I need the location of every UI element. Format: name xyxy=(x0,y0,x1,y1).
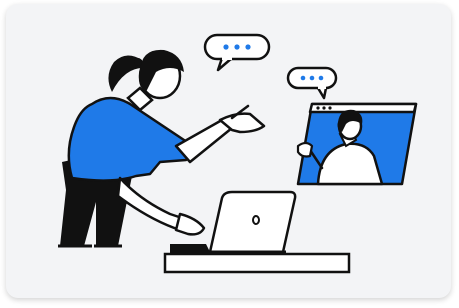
video-call-window-icon xyxy=(296,102,418,186)
desk xyxy=(163,252,351,274)
speech-bubble-icon xyxy=(286,66,338,100)
video-call-illustration xyxy=(58,33,418,274)
speech-bubble-icon xyxy=(203,33,271,72)
